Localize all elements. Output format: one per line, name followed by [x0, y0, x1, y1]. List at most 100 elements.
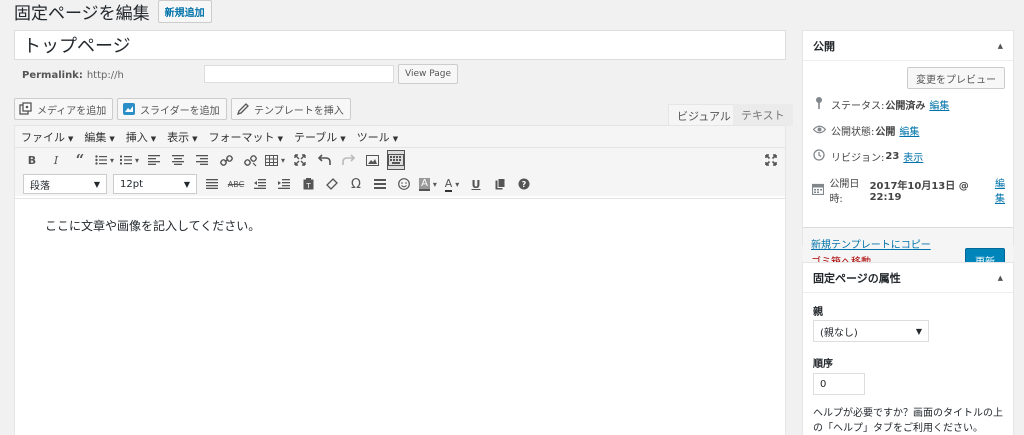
collapse-arrow-icon[interactable]: ▲	[998, 42, 1003, 50]
edit-status-link[interactable]: 編集	[929, 97, 949, 112]
page-title: 固定ページを編集	[14, 3, 150, 24]
pin-icon	[811, 97, 827, 112]
svg-text:?: ?	[522, 180, 527, 189]
menu-insert[interactable]: 挿入 ▼	[126, 129, 156, 145]
image-icon[interactable]	[363, 150, 381, 170]
menu-table[interactable]: テーブル ▼	[294, 129, 346, 145]
menu-tools[interactable]: ツール ▼	[357, 129, 398, 145]
italic-button[interactable]: I	[47, 150, 65, 170]
tab-visual[interactable]: ビジュアル	[668, 104, 740, 126]
expand-editor-icon[interactable]	[765, 154, 777, 169]
parent-select-value: (親なし)	[820, 327, 858, 339]
strikethrough-icon[interactable]: ABC	[227, 174, 245, 194]
permalink-url[interactable]: http://h	[87, 70, 124, 81]
revisions-row: リビジョン: 23 表示	[811, 149, 923, 164]
bold-button[interactable]: B	[23, 150, 41, 170]
order-input[interactable]: 0	[813, 373, 865, 395]
background-color-icon[interactable]: A	[419, 174, 437, 194]
permalink-row: Permalink: http://h /	[22, 66, 212, 84]
calendar-icon	[811, 183, 825, 198]
add-new-button[interactable]: 新規追加	[157, 0, 212, 23]
copy-to-template-link[interactable]: 新規テンプレートにコピー	[811, 236, 931, 251]
link-icon[interactable]	[217, 150, 235, 170]
align-right-icon[interactable]	[193, 150, 211, 170]
hr-icon[interactable]	[371, 174, 389, 194]
indent-icon[interactable]	[275, 174, 293, 194]
chevron-down-icon: ▼	[183, 179, 190, 189]
align-left-icon[interactable]	[145, 150, 163, 170]
chevron-down-icon: ▼	[93, 179, 100, 189]
publish-box-title: 公開	[813, 39, 835, 53]
revisions-value: 23	[885, 151, 900, 162]
publish-box-header[interactable]: 公開 ▲	[803, 31, 1013, 61]
revisions-label: リビジョン:	[831, 153, 885, 164]
published-row: 公開日時: 2017年10月13日 @ 22:19 編集	[811, 175, 1013, 205]
add-slider-button[interactable]: スライダーを追加	[117, 98, 227, 120]
format-select-value: 段落	[30, 180, 50, 192]
table-icon[interactable]	[265, 150, 285, 170]
add-media-button[interactable]: メディアを追加	[14, 98, 114, 120]
edit-visibility-link[interactable]: 編集	[899, 123, 919, 138]
editor: ファイル ▼ 編集 ▼ 挿入 ▼ 表示 ▼ フォーマット ▼ テーブル ▼ ツール ▼ B I…	[14, 125, 786, 435]
menu-file[interactable]: ファイル ▼	[21, 129, 73, 145]
attributes-box-header[interactable]: 固定ページの属性 ▲	[803, 263, 1013, 293]
visibility-row: 公開状態: 公開 編集	[811, 123, 919, 138]
help-icon[interactable]: ?	[515, 174, 533, 194]
unlink-icon[interactable]	[241, 150, 259, 170]
pencil-icon	[236, 102, 250, 116]
blockquote-button[interactable]: “	[71, 150, 89, 170]
special-char-icon[interactable]: Ω	[347, 174, 365, 194]
status-label: ステータス:	[831, 101, 885, 112]
fullscreen-icon[interactable]	[291, 150, 309, 170]
menu-edit[interactable]: 編集 ▼	[84, 129, 114, 145]
menu-view[interactable]: 表示 ▼	[167, 129, 197, 145]
text-color-icon[interactable]: A	[443, 174, 461, 194]
toolbar-row-2: 段落 ▼ 12pt ▼ ABC T Ω A A U ?	[15, 172, 785, 196]
toolbar-row-1: B I “	[15, 148, 785, 172]
slug-input[interactable]	[204, 65, 394, 83]
eye-icon	[811, 124, 827, 137]
underline-icon[interactable]: U	[467, 174, 485, 194]
add-slider-label: スライダーを追加	[140, 105, 220, 117]
permalink-label: Permalink:	[22, 69, 83, 81]
page-header: 固定ページを編集 新規追加	[14, 0, 212, 24]
justify-icon[interactable]	[203, 174, 221, 194]
parent-select[interactable]: (親なし) ▼	[813, 320, 929, 342]
help-text: ヘルプが必要ですか？画面のタイトルの上の「ヘルプ」タブをご利用ください。	[813, 408, 1003, 434]
published-label: 公開日時:	[829, 179, 860, 205]
post-title-input[interactable]: トップページ	[14, 30, 786, 60]
insert-template-button[interactable]: テンプレートを挿入	[231, 98, 351, 120]
fontsize-select[interactable]: 12pt ▼	[113, 174, 197, 194]
emoji-icon[interactable]	[395, 174, 413, 194]
page-attributes-box: 固定ページの属性 ▲ 親 (親なし) ▼ 順序 0 ヘルプが必要ですか？画面のタ…	[802, 262, 1014, 435]
status-row: ステータス: 公開済み 編集	[811, 97, 949, 112]
menu-format[interactable]: フォーマット ▼	[209, 129, 283, 145]
align-center-icon[interactable]	[169, 150, 187, 170]
browse-revisions-link[interactable]: 表示	[903, 149, 923, 164]
add-media-label: メディアを追加	[37, 105, 107, 117]
parent-label: 親	[813, 307, 823, 318]
undo-icon[interactable]	[315, 150, 333, 170]
outdent-icon[interactable]	[251, 174, 269, 194]
view-page-button[interactable]: View Page	[398, 64, 459, 84]
visibility-label: 公開状態:	[831, 127, 875, 138]
copy-icon[interactable]	[491, 174, 509, 194]
edit-date-link[interactable]: 編集	[995, 175, 1013, 205]
fontsize-select-value: 12pt	[120, 178, 143, 190]
tab-text[interactable]: テキスト	[733, 104, 793, 126]
editor-content[interactable]: ここに文章や画像を記入してください。	[15, 198, 785, 435]
visibility-value: 公開	[875, 127, 896, 138]
history-icon	[811, 149, 827, 164]
order-label: 順序	[813, 359, 833, 370]
clear-format-icon[interactable]	[323, 174, 341, 194]
status-value: 公開済み	[885, 101, 926, 112]
preview-button[interactable]: 変更をプレビュー	[907, 67, 1005, 89]
collapse-arrow-icon[interactable]: ▲	[998, 274, 1003, 282]
paste-text-icon[interactable]: T	[299, 174, 317, 194]
numbered-list-icon[interactable]	[120, 150, 139, 170]
format-select[interactable]: 段落 ▼	[23, 174, 107, 194]
slider-icon	[122, 102, 136, 116]
redo-icon[interactable]	[339, 150, 357, 170]
toolbar-toggle-icon[interactable]	[387, 150, 406, 170]
bullet-list-icon[interactable]	[95, 150, 114, 170]
